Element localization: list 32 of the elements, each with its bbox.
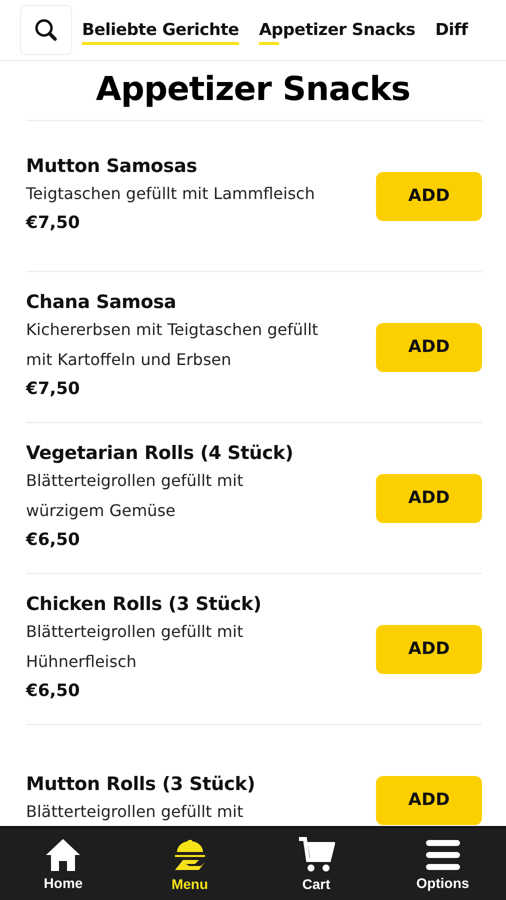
dish-description: Blätterteigrollen gefüllt mit [26,800,244,822]
dish-description: Blätterteigrollen gefüllt mit würzigem Gemüse [26,470,244,522]
dish-description: Kichererbsen mit Teigtaschen gefüllt mit Kartoffeln und Erbsen [26,318,320,370]
add-button[interactable]: ADD [376,474,482,522]
search-button[interactable] [20,5,72,55]
dish-name: Mutton Samosas [26,156,198,176]
menu-icon [424,837,462,873]
dish-description: Teigtaschen gefüllt mit Lammfleisch [26,182,316,204]
dish-price: €6,50 [26,680,81,702]
nav-tab[interactable]: Menu [126,828,253,900]
add-button[interactable]: ADD [376,322,482,372]
dish-name: Mutton Rolls (3 Stück) [26,774,256,794]
nav-tab[interactable]: Cart [253,828,380,900]
section-title: Appetizer Snacks [94,69,412,108]
category-tab[interactable]: Appetizer Snacks [258,16,416,44]
dish-name: Vegetarian Rolls (4 Stück) [26,442,294,464]
category-tab[interactable]: Beliebte Gerichte [82,16,239,44]
add-button[interactable]: ADD [376,624,482,674]
dish-price: €7,50 [26,378,81,400]
dish-description: Blätterteigrollen gefüllt mit Hühnerfleisch [26,620,244,672]
add-button[interactable]: ADD [376,776,482,824]
home-icon [44,837,82,873]
nav-tab[interactable]: Home [0,828,126,900]
nav-tab[interactable]: Options [380,828,506,900]
cart-icon [297,836,336,874]
dish-price: €7,50 [26,212,81,234]
dish-name: Chicken Rolls (3 Stück) [26,594,262,614]
search-icon [34,18,58,42]
dish-name: Chana Samosa [26,292,178,312]
category-tab[interactable]: Diff [435,16,468,44]
dish-price: €6,50 [26,528,81,552]
add-button[interactable]: ADD [376,172,482,220]
